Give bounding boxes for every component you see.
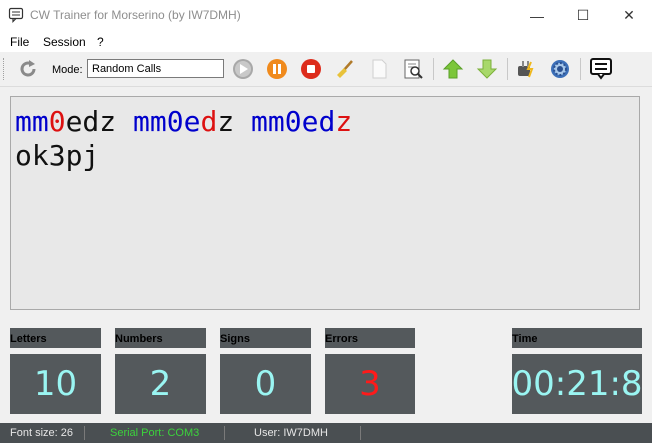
status-divider bbox=[360, 426, 361, 440]
status-divider bbox=[84, 426, 85, 440]
cw-char-segment: edz bbox=[65, 105, 134, 138]
cw-char-segment: z bbox=[335, 105, 353, 138]
cw-char-segment: mm0e bbox=[133, 105, 201, 138]
signs-value: 0 bbox=[220, 354, 311, 414]
arrow-up-icon[interactable] bbox=[441, 57, 465, 81]
toolbar-separator bbox=[433, 58, 434, 80]
time-value: 00:21:8 bbox=[511, 354, 643, 414]
maximize-button[interactable]: ☐ bbox=[560, 0, 606, 31]
menu-file[interactable]: File bbox=[10, 35, 29, 49]
toolbar-grip bbox=[3, 58, 7, 80]
close-button[interactable]: ✕ bbox=[606, 0, 652, 31]
settings-icon[interactable] bbox=[548, 57, 572, 81]
toolbar-separator bbox=[507, 58, 508, 80]
refresh-icon[interactable] bbox=[16, 57, 40, 81]
plug-icon[interactable] bbox=[514, 57, 538, 81]
preview-icon[interactable] bbox=[401, 57, 425, 81]
cw-char-segment: 0 bbox=[48, 105, 66, 138]
numbers-label: Numbers bbox=[115, 328, 206, 348]
arrow-down-icon[interactable] bbox=[475, 57, 499, 81]
status-bar: Font size: 26 Serial Port: COM3 User: IW… bbox=[0, 423, 652, 443]
numbers-value: 2 bbox=[115, 354, 206, 414]
cw-char-segment: mm0ed bbox=[251, 105, 336, 138]
cw-char-segment: z bbox=[217, 105, 252, 138]
play-icon[interactable] bbox=[231, 57, 255, 81]
letters-value: 10 bbox=[10, 354, 101, 414]
pause-icon[interactable] bbox=[265, 57, 289, 81]
user-status: User: IW7DMH bbox=[254, 427, 328, 439]
cw-char-segment: ok3pj bbox=[15, 139, 100, 172]
mode-label: Mode: bbox=[52, 64, 83, 76]
cw-char-segment: d bbox=[200, 105, 218, 138]
cw-char-segment: mm bbox=[15, 105, 49, 138]
new-page-icon[interactable] bbox=[367, 57, 391, 81]
time-label: Time bbox=[512, 328, 642, 348]
app-icon bbox=[8, 7, 24, 23]
text-line-2: ok3pj bbox=[15, 139, 635, 173]
mode-select[interactable]: Random Calls bbox=[87, 59, 224, 78]
minimize-button[interactable]: — bbox=[514, 0, 560, 31]
font-size-status: Font size: 26 bbox=[10, 427, 73, 439]
window-title: CW Trainer for Morserino (by IW7DMH) bbox=[30, 8, 241, 22]
broom-icon[interactable] bbox=[333, 57, 357, 81]
menu-bar: File Session ? bbox=[0, 31, 652, 52]
menu-help[interactable]: ? bbox=[97, 35, 104, 49]
letters-label: Letters bbox=[10, 328, 101, 348]
signs-label: Signs bbox=[220, 328, 311, 348]
menu-session[interactable]: Session bbox=[43, 35, 86, 49]
toolbar: Mode: Random Calls bbox=[0, 52, 652, 87]
status-divider bbox=[224, 426, 225, 440]
text-line-1: mm0edz mm0edz mm0edz bbox=[15, 105, 635, 139]
errors-value: 3 bbox=[325, 354, 415, 414]
stop-icon[interactable] bbox=[299, 57, 323, 81]
cw-text-output[interactable]: mm0edz mm0edz mm0edz ok3pj bbox=[10, 96, 640, 310]
title-bar: CW Trainer for Morserino (by IW7DMH) — ☐… bbox=[0, 0, 652, 31]
errors-label: Errors bbox=[325, 328, 415, 348]
toolbar-separator bbox=[580, 58, 581, 80]
chat-icon[interactable] bbox=[589, 57, 613, 81]
serial-port-status: Serial Port: COM3 bbox=[110, 427, 200, 439]
